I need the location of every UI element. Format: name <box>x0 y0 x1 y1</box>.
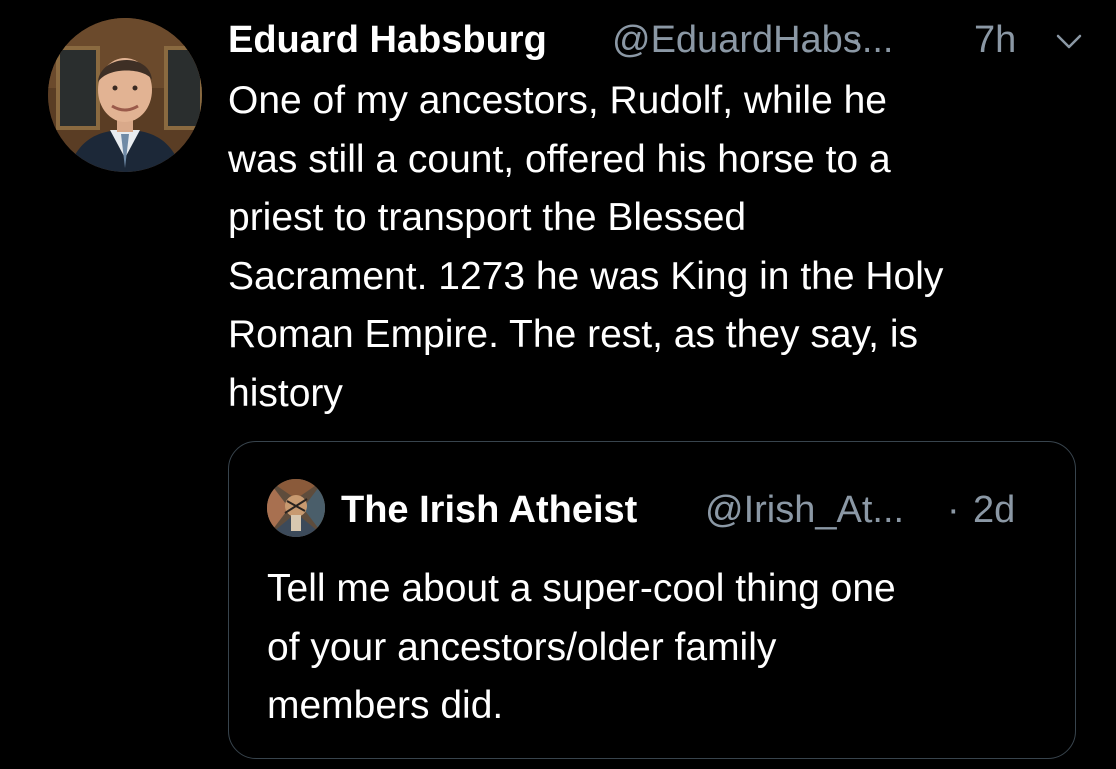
tweet-text: One of my ancestors, Rudolf, while he wa… <box>228 72 1088 423</box>
tweet-text-line: priest to transport the Blessed <box>228 196 747 239</box>
stained-glass-avatar-icon <box>267 479 325 537</box>
quoted-header-separator: · <box>947 489 960 531</box>
author-avatar[interactable] <box>48 18 202 172</box>
quoted-tweet-text-line: Tell me about a super-cool thing one <box>267 567 896 610</box>
profile-photo-avatar-icon <box>48 18 202 172</box>
quoted-tweet-timestamp: 2d <box>973 489 1016 531</box>
author-display-name[interactable]: Eduard Habsburg <box>228 14 547 66</box>
header-separator: · <box>850 19 863 61</box>
tweet[interactable]: Eduard Habsburg @EduardHabs... · 7h One … <box>0 0 1116 769</box>
tweet-text-line: Sacrament. 1273 he was King in the Holy <box>228 254 944 298</box>
chevron-down-icon[interactable] <box>1054 26 1084 56</box>
tweet-text-line: was still a count, offered his horse to … <box>228 137 891 181</box>
quoted-tweet-text: Tell me about a super-cool thing one of … <box>267 560 1047 736</box>
quoted-author-handle[interactable]: @Irish_At... <box>705 484 904 536</box>
quoted-author-display-name[interactable]: The Irish Atheist <box>341 484 637 536</box>
quoted-author-avatar[interactable] <box>267 479 325 537</box>
tweet-text-line: history <box>228 371 343 415</box>
tweet-text-line: Roman Empire. The rest, as they say, is <box>228 313 918 356</box>
quoted-tweet-card[interactable]: The Irish Atheist @Irish_At... · 2d Tell… <box>228 441 1076 759</box>
tweet-header: Eduard Habsburg @EduardHabs... · 7h <box>228 14 1088 66</box>
quoted-tweet-text-line: members did. <box>267 684 504 727</box>
quoted-tweet-text-line: of your ancestors/older family <box>267 625 777 669</box>
tweet-text-line: One of my ancestors, Rudolf, while he <box>228 79 887 122</box>
tweet-timestamp[interactable]: 7h <box>974 14 1016 66</box>
